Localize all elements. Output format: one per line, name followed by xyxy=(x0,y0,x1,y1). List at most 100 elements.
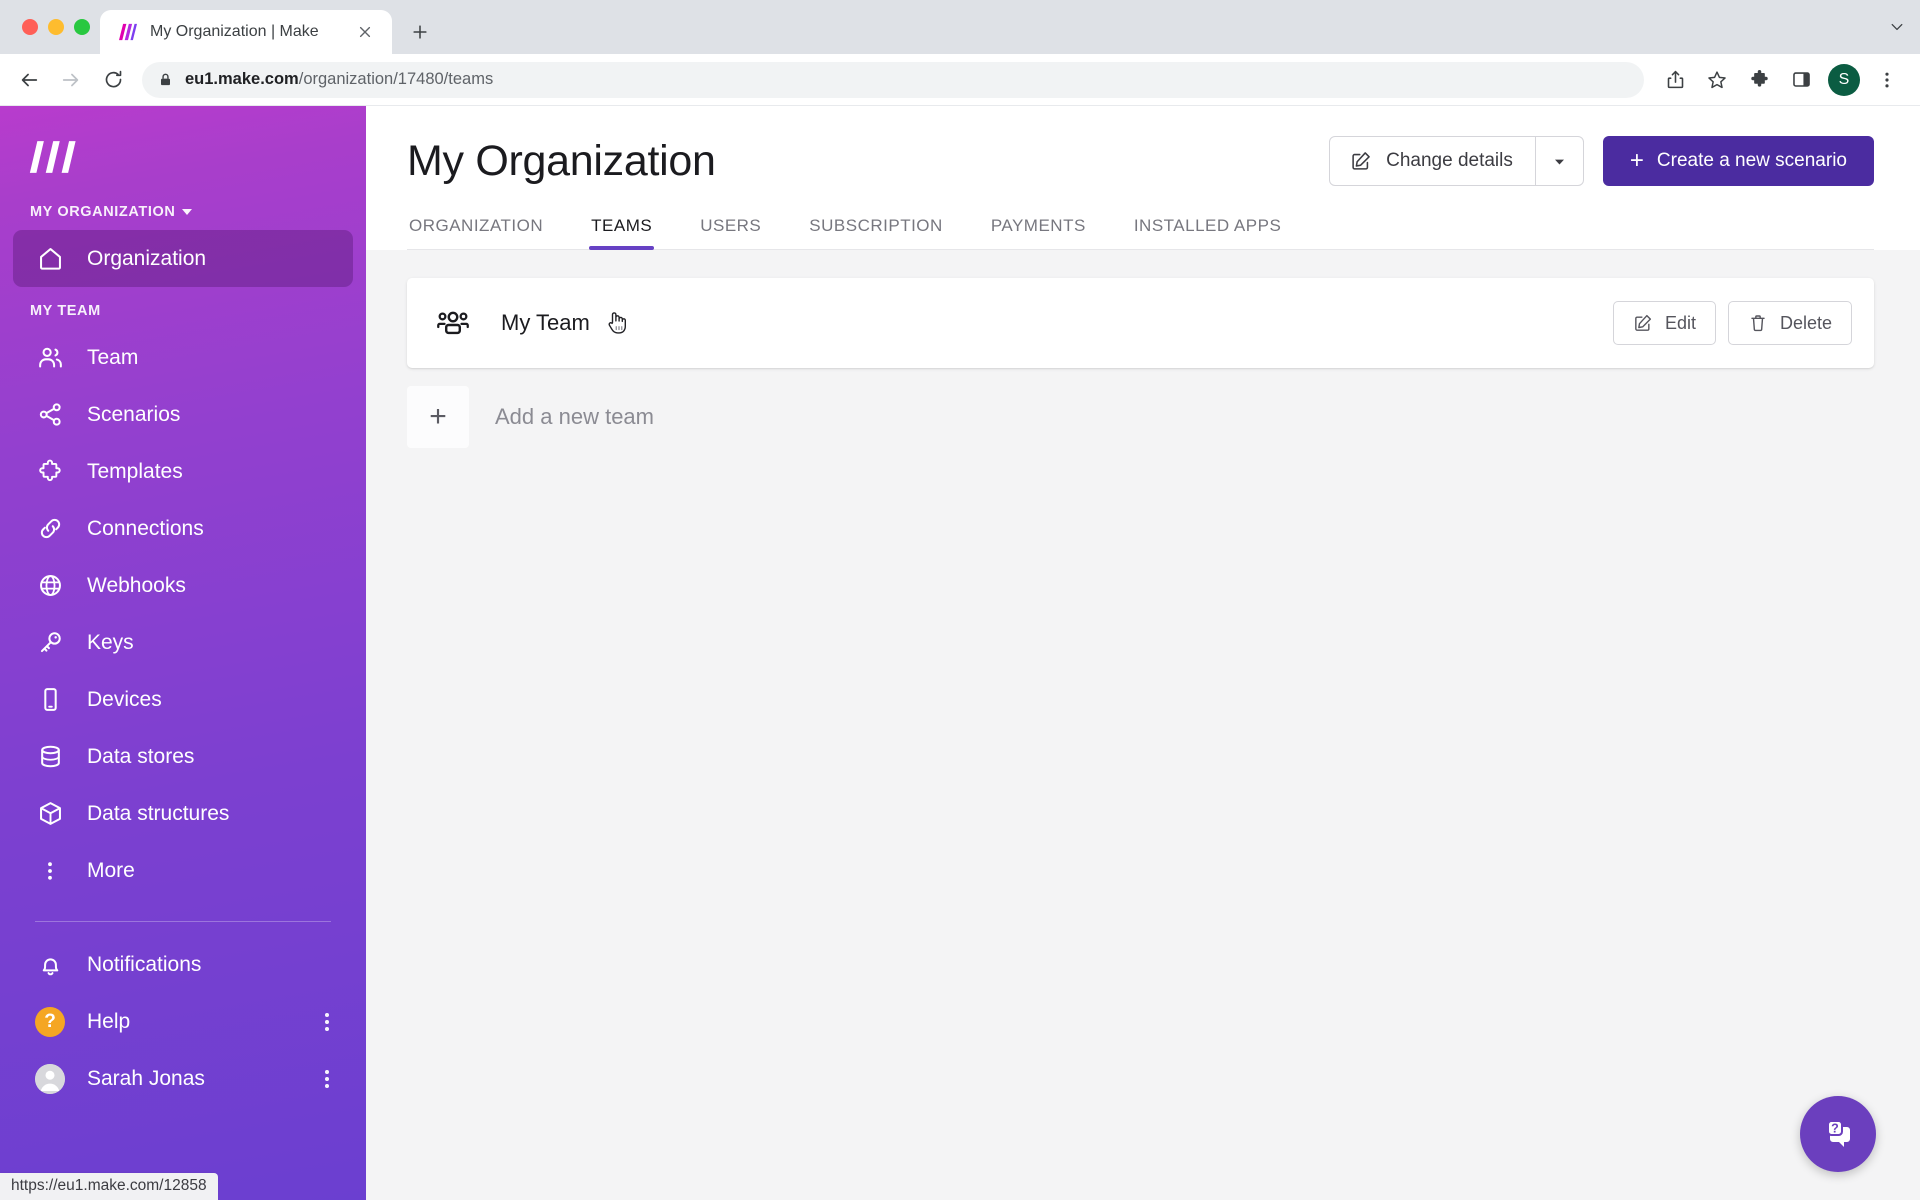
sidebar-item-connections[interactable]: Connections xyxy=(13,500,353,557)
three-dots-vertical-icon[interactable] xyxy=(1868,61,1906,99)
tab-organization[interactable]: ORGANIZATION xyxy=(407,216,545,249)
add-new-team-label: Add a new team xyxy=(495,404,654,429)
sidebar-item-data-stores[interactable]: Data stores xyxy=(13,728,353,785)
avatar-icon xyxy=(35,1063,65,1094)
trash-icon xyxy=(1748,313,1768,333)
page-viewport: MY ORGANIZATION Organization MY TEAM Tea… xyxy=(0,106,1920,1200)
home-icon xyxy=(35,244,65,274)
sidebar-item-label: Team xyxy=(87,345,139,369)
sidebar-item-help[interactable]: ? Help xyxy=(13,993,353,1050)
sidebar-item-label: More xyxy=(87,858,135,882)
teams-content: My Team Edit Delete + Add a new team ? xyxy=(366,250,1920,1200)
star-icon[interactable] xyxy=(1698,61,1736,99)
sidebar-item-templates[interactable]: Templates xyxy=(13,443,353,500)
close-window-button[interactable] xyxy=(22,19,38,35)
create-new-scenario-button[interactable]: + Create a new scenario xyxy=(1602,136,1874,186)
arrow-right-icon[interactable] xyxy=(52,61,90,99)
address-bar-host: eu1.make.com xyxy=(185,70,299,88)
sidebar-item-team[interactable]: Team xyxy=(13,329,353,386)
sidebar-item-devices[interactable]: Devices xyxy=(13,671,353,728)
share-icon[interactable] xyxy=(1656,61,1694,99)
sidebar-item-label: Notifications xyxy=(87,952,202,976)
sidebar-item-scenarios[interactable]: Scenarios xyxy=(13,386,353,443)
help-overflow-menu-icon[interactable] xyxy=(325,1012,329,1031)
sidebar-item-keys[interactable]: Keys xyxy=(13,614,353,671)
team-section-label-text: MY TEAM xyxy=(30,303,101,319)
change-details-button[interactable]: Change details xyxy=(1330,137,1535,185)
tab-installed-apps[interactable]: INSTALLED APPS xyxy=(1132,216,1283,249)
sidebar-item-label: Templates xyxy=(87,459,183,483)
org-switcher-label: MY ORGANIZATION xyxy=(30,204,176,220)
new-tab-button[interactable] xyxy=(400,12,440,52)
chevron-down-icon[interactable] xyxy=(1874,0,1920,54)
pencil-square-icon xyxy=(1350,150,1372,172)
chevron-down-icon xyxy=(182,209,193,215)
sidebar-item-label: Webhooks xyxy=(87,573,186,597)
make-logo-icon xyxy=(29,141,76,173)
profile-avatar[interactable]: S xyxy=(1828,63,1860,96)
delete-team-label: Delete xyxy=(1779,312,1832,333)
add-new-team-row[interactable]: + Add a new team xyxy=(407,386,1874,448)
user-overflow-menu-icon[interactable] xyxy=(325,1069,329,1088)
make-logo-icon xyxy=(118,23,138,41)
sidebar-divider xyxy=(35,921,331,922)
sidebar-item-more[interactable]: More xyxy=(13,842,353,899)
globe-icon xyxy=(35,571,65,601)
lock-icon xyxy=(158,72,173,87)
tab-payments[interactable]: PAYMENTS xyxy=(989,216,1088,249)
sidebar-item-label: Scenarios xyxy=(87,402,181,426)
users-icon xyxy=(35,343,65,373)
mouse-cursor-pointer-icon xyxy=(604,309,630,337)
delete-team-button[interactable]: Delete xyxy=(1727,301,1852,345)
team-row-actions: Edit Delete xyxy=(1612,301,1852,345)
three-dots-vertical-icon xyxy=(35,856,65,886)
puzzle-icon[interactable] xyxy=(1740,61,1778,99)
chevron-down-icon xyxy=(1552,154,1567,169)
team-section-label: MY TEAM xyxy=(0,287,366,329)
sidebar-item-label: Help xyxy=(87,1009,131,1033)
browser-toolbar: eu1.make.com/organization/17480/teams S xyxy=(0,54,1920,106)
reload-icon[interactable] xyxy=(94,61,132,99)
tab-users[interactable]: USERS xyxy=(698,216,763,249)
sidebar-item-label: Sarah Jonas xyxy=(87,1066,205,1090)
section-tabs: ORGANIZATION TEAMS USERS SUBSCRIPTION PA… xyxy=(407,216,1874,250)
arrow-left-icon[interactable] xyxy=(10,61,48,99)
minimize-window-button[interactable] xyxy=(48,19,64,35)
plus-icon[interactable]: + xyxy=(407,386,469,448)
side-panel-icon[interactable] xyxy=(1782,61,1820,99)
close-icon[interactable] xyxy=(352,19,378,45)
sidebar-item-data-structures[interactable]: Data structures xyxy=(13,785,353,842)
sidebar-item-label: Organization xyxy=(87,246,207,270)
change-details-dropdown-toggle[interactable] xyxy=(1534,137,1583,185)
maximize-window-button[interactable] xyxy=(74,19,90,35)
puzzle-icon xyxy=(35,457,65,487)
org-switcher[interactable]: MY ORGANIZATION xyxy=(0,198,366,230)
sidebar-item-user[interactable]: Sarah Jonas xyxy=(13,1050,353,1107)
sidebar-item-organization[interactable]: Organization xyxy=(13,230,353,287)
team-name: My Team xyxy=(501,310,590,335)
tab-subscription[interactable]: SUBSCRIPTION xyxy=(807,216,945,249)
page-title: My Organization xyxy=(407,136,716,185)
browser-tab[interactable]: My Organization | Make xyxy=(100,10,392,54)
address-bar[interactable]: eu1.make.com/organization/17480/teams xyxy=(142,61,1644,98)
main-content: My Organization Change details + Create … xyxy=(366,106,1920,1200)
share-nodes-icon xyxy=(35,400,65,430)
bell-icon xyxy=(35,950,65,980)
key-icon xyxy=(35,628,65,658)
edit-team-button[interactable]: Edit xyxy=(1612,301,1716,345)
cube-icon xyxy=(35,799,65,829)
sidebar-item-webhooks[interactable]: Webhooks xyxy=(13,557,353,614)
page-header-row: My Organization Change details + Create … xyxy=(407,106,1874,186)
sidebar-logo[interactable] xyxy=(0,106,366,198)
sidebar-item-label: Data stores xyxy=(87,744,195,768)
edit-team-label: Edit xyxy=(1664,312,1696,333)
browser-window: My Organization | Make eu1.make.com/orga… xyxy=(0,0,1920,1200)
sidebar: MY ORGANIZATION Organization MY TEAM Tea… xyxy=(0,106,366,1200)
help-chat-widget-button[interactable]: ? xyxy=(1800,1096,1876,1172)
sidebar-item-notifications[interactable]: Notifications xyxy=(13,936,353,993)
tab-teams[interactable]: TEAMS xyxy=(589,216,655,250)
database-icon xyxy=(35,742,65,772)
svg-text:?: ? xyxy=(1831,1121,1839,1135)
team-row[interactable]: My Team Edit Delete xyxy=(407,278,1874,368)
browser-tab-title: My Organization | Make xyxy=(150,23,319,40)
